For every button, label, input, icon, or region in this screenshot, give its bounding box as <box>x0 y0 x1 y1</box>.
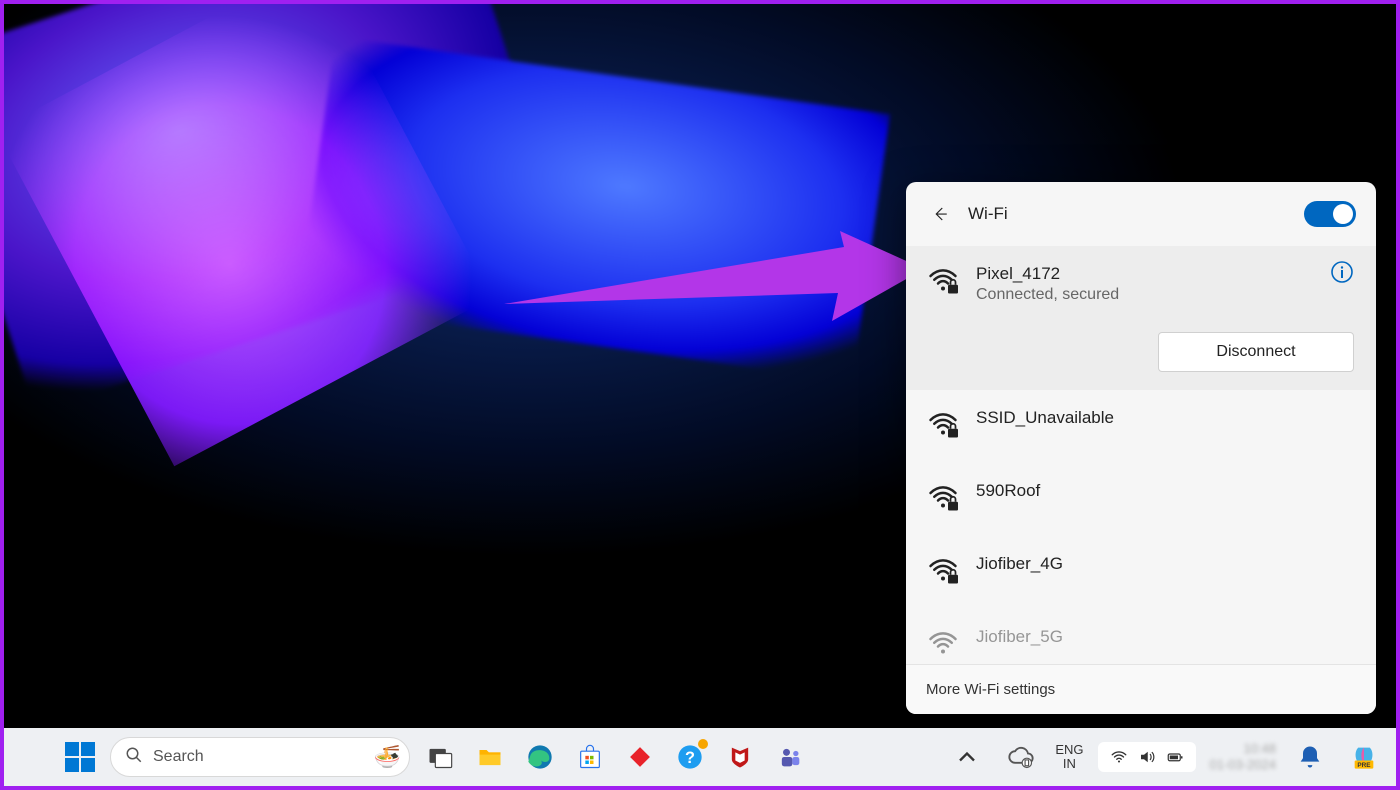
more-wifi-settings-link[interactable]: More Wi-Fi settings <box>906 664 1376 714</box>
wifi-secured-icon <box>928 410 960 445</box>
quick-settings-button[interactable] <box>1098 742 1196 772</box>
wifi-toggle[interactable] <box>1304 201 1356 227</box>
wifi-secured-icon <box>928 266 960 301</box>
teams-icon <box>776 743 804 771</box>
search-placeholder: Search <box>153 748 204 766</box>
notifications-button[interactable] <box>1290 737 1330 777</box>
wifi-flyout-header: Wi-Fi <box>906 182 1376 246</box>
system-tray: ENG IN 10:48 01-03-2024 PRE <box>947 737 1384 777</box>
wifi-secured-icon <box>928 629 960 664</box>
svg-text:PRE: PRE <box>1357 762 1371 769</box>
info-circle-icon <box>1330 260 1354 284</box>
wifi-title: Wi-Fi <box>968 204 1008 224</box>
task-view-button[interactable] <box>420 737 460 777</box>
edge-browser-button[interactable] <box>520 737 560 777</box>
copilot-preview-button[interactable]: PRE <box>1344 737 1384 777</box>
taskbar-search[interactable]: Search 🍜 <box>110 737 410 777</box>
wifi-flyout: Wi-Fi Pixel_4172 Connected, secured <box>906 182 1376 714</box>
volume-icon <box>1138 748 1156 766</box>
connected-network-item[interactable]: Pixel_4172 Connected, secured Disconnect <box>906 246 1376 390</box>
clock[interactable]: 10:48 01-03-2024 <box>1210 741 1277 772</box>
copilot-icon: PRE <box>1350 743 1378 771</box>
network-item[interactable]: 590Roof <box>906 463 1376 536</box>
folder-icon <box>476 743 504 771</box>
get-help-button[interactable]: ? <box>670 737 710 777</box>
edge-icon <box>526 743 554 771</box>
network-status: Connected, secured <box>976 286 1119 304</box>
search-highlight-icon: 🍜 <box>374 744 401 770</box>
task-view-icon <box>426 743 454 771</box>
network-item[interactable]: SSID_Unavailable <box>906 390 1376 463</box>
start-button[interactable] <box>60 737 100 777</box>
network-ssid: Jiofiber_4G <box>976 554 1063 574</box>
pinned-app-1[interactable] <box>620 737 660 777</box>
cloud-sync-icon <box>1007 743 1035 771</box>
network-properties-button[interactable] <box>1330 260 1354 284</box>
disconnect-button[interactable]: Disconnect <box>1158 332 1354 372</box>
network-item[interactable]: Jiofiber_5G <box>906 609 1376 664</box>
bell-icon <box>1296 743 1324 771</box>
network-list: Pixel_4172 Connected, secured Disconnect… <box>906 246 1376 664</box>
back-arrow-icon <box>931 205 949 223</box>
windows-start-icon <box>65 742 95 772</box>
wifi-secured-icon <box>928 556 960 591</box>
lang-primary: ENG <box>1055 743 1083 757</box>
desktop-wallpaper[interactable]: Wi-Fi Pixel_4172 Connected, secured <box>4 4 1396 724</box>
file-explorer-button[interactable] <box>470 737 510 777</box>
wifi-secured-icon <box>928 483 960 518</box>
svg-text:?: ? <box>685 749 695 767</box>
notification-badge <box>698 739 708 749</box>
language-indicator[interactable]: ENG IN <box>1055 743 1083 772</box>
mcafee-icon <box>726 743 754 771</box>
tray-overflow-button[interactable] <box>947 737 987 777</box>
network-ssid: Pixel_4172 <box>976 264 1119 284</box>
time-text: 10:48 <box>1210 741 1277 757</box>
microsoft-store-button[interactable] <box>570 737 610 777</box>
search-icon <box>125 746 143 769</box>
onedrive-tray-icon[interactable] <box>1001 737 1041 777</box>
network-ssid: SSID_Unavailable <box>976 408 1114 428</box>
network-ssid: Jiofiber_5G <box>976 627 1063 647</box>
back-button[interactable] <box>926 200 954 228</box>
diamond-icon <box>626 743 654 771</box>
wifi-icon <box>1110 748 1128 766</box>
date-text: 01-03-2024 <box>1210 757 1277 773</box>
mcafee-button[interactable] <box>720 737 760 777</box>
store-icon <box>576 743 604 771</box>
teams-button[interactable] <box>770 737 810 777</box>
battery-icon <box>1166 748 1184 766</box>
taskbar: Search 🍜 ? <box>4 728 1396 786</box>
network-ssid: 590Roof <box>976 481 1040 501</box>
chevron-up-icon <box>953 743 981 771</box>
network-item[interactable]: Jiofiber_4G <box>906 536 1376 609</box>
lang-secondary: IN <box>1055 757 1083 771</box>
